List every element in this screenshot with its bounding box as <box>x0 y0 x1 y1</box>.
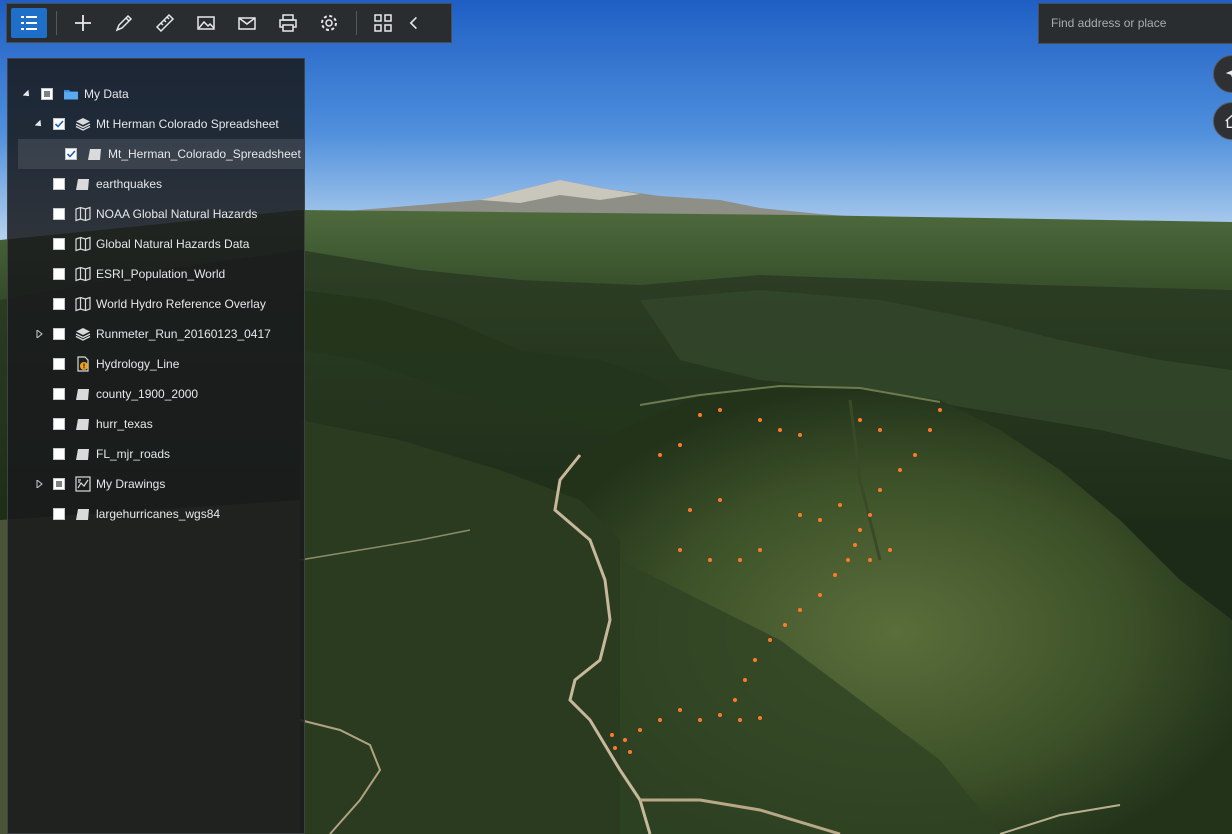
layers-icon <box>75 326 91 342</box>
layer-visibility-checkbox[interactable] <box>53 388 65 400</box>
layer-row[interactable]: ESRI_Population_World <box>8 259 304 289</box>
folder-icon <box>63 86 79 102</box>
map-icon <box>75 206 91 222</box>
layer-row[interactable]: Runmeter_Run_20160123_0417 <box>8 319 304 349</box>
layer-label: Global Natural Hazards Data <box>96 237 250 251</box>
home-icon <box>1225 114 1232 129</box>
grid-icon <box>374 14 392 32</box>
map-icon <box>75 266 91 282</box>
pencil-icon <box>115 14 133 32</box>
layer-visibility-checkbox[interactable] <box>53 298 65 310</box>
print-button[interactable] <box>270 8 306 38</box>
layer-visibility-checkbox[interactable] <box>53 508 65 520</box>
layer-row[interactable]: My Drawings <box>8 469 304 499</box>
draw-button[interactable] <box>106 8 142 38</box>
add-data-button[interactable] <box>65 8 101 38</box>
layer-visibility-checkbox[interactable] <box>65 148 77 160</box>
layer-label: hurr_texas <box>96 417 153 431</box>
collapse-toolbar-button[interactable] <box>406 8 422 38</box>
warning-doc-icon <box>75 356 91 372</box>
gear-icon <box>321 15 337 31</box>
share-button[interactable] <box>229 8 265 38</box>
toolbar-separator <box>56 11 57 35</box>
layer-label: earthquakes <box>96 177 163 191</box>
image-icon <box>197 16 215 30</box>
layer-row[interactable]: Hydrology_Line <box>8 349 304 379</box>
layer-visibility-checkbox[interactable] <box>53 118 65 130</box>
layer-row[interactable]: largehurricanes_wgs84 <box>8 499 304 529</box>
layer-label: Mt Herman Colorado Spreadsheet <box>96 117 279 131</box>
toolbar-separator <box>356 11 357 35</box>
layer-visibility-checkbox[interactable] <box>53 268 65 280</box>
layer-visibility-checkbox[interactable] <box>41 88 53 100</box>
layer-row[interactable]: earthquakes <box>8 169 304 199</box>
layer-label: My Data <box>84 87 129 101</box>
layer-label: largehurricanes_wgs84 <box>96 507 221 521</box>
layer-label: ESRI_Population_World <box>96 267 226 281</box>
layer-label: Mt_Herman_Colorado_Spreadsheet <box>108 147 301 161</box>
layer-visibility-checkbox[interactable] <box>53 208 65 220</box>
layer-tree: My Data Mt Herman Colorado Spreadsheet Mt_… <box>8 79 304 529</box>
main-toolbar <box>6 3 452 43</box>
layer-row[interactable]: Global Natural Hazards Data <box>8 229 304 259</box>
layer-visibility-checkbox[interactable] <box>53 238 65 250</box>
layer-row[interactable]: county_1900_2000 <box>8 379 304 409</box>
measure-button[interactable] <box>147 8 183 38</box>
layer-label: Hydrology_Line <box>96 357 180 371</box>
layer-row[interactable]: My Data <box>8 79 304 109</box>
layer-label: NOAA Global Natural Hazards <box>96 207 258 221</box>
ruler-icon <box>155 13 175 33</box>
mail-icon <box>238 17 256 30</box>
layer-row[interactable]: Mt_Herman_Colorado_Spreadsheet <box>18 139 304 169</box>
layer-label: FL_mjr_roads <box>96 447 171 461</box>
navigation-arrow-icon <box>1225 70 1232 78</box>
layer-visibility-checkbox[interactable] <box>53 418 65 430</box>
map-icon <box>75 236 91 252</box>
expand-icon[interactable] <box>34 479 44 489</box>
layer-row[interactable]: FL_mjr_roads <box>8 439 304 469</box>
layer-row[interactable]: Mt Herman Colorado Spreadsheet <box>8 109 304 139</box>
layer-visibility-checkbox[interactable] <box>53 178 65 190</box>
collapse-icon[interactable] <box>22 89 32 99</box>
layer-label: My Drawings <box>96 477 166 491</box>
layers-icon <box>75 116 91 132</box>
layer-visibility-checkbox[interactable] <box>53 478 65 490</box>
chevron-left-icon <box>409 16 417 30</box>
polygon-icon <box>75 176 91 192</box>
search-box <box>1038 3 1232 44</box>
settings-button[interactable] <box>311 8 347 38</box>
layer-row[interactable]: World Hydro Reference Overlay <box>8 289 304 319</box>
polygon-icon <box>87 146 103 162</box>
map-icon <box>75 296 91 312</box>
layer-list-panel: My Data Mt Herman Colorado Spreadsheet Mt_… <box>7 58 305 834</box>
polygon-icon <box>75 506 91 522</box>
collapse-icon[interactable] <box>34 119 44 129</box>
apps-button[interactable] <box>365 8 401 38</box>
layer-label: World Hydro Reference Overlay <box>96 297 266 311</box>
layer-visibility-checkbox[interactable] <box>53 448 65 460</box>
search-input[interactable] <box>1039 4 1219 42</box>
layer-visibility-checkbox[interactable] <box>53 328 65 340</box>
basemap-button[interactable] <box>188 8 224 38</box>
polygon-icon <box>75 446 91 462</box>
drawing-icon <box>75 476 91 492</box>
layer-row[interactable]: hurr_texas <box>8 409 304 439</box>
polygon-icon <box>75 416 91 432</box>
layer-row[interactable]: NOAA Global Natural Hazards <box>8 199 304 229</box>
layer-visibility-checkbox[interactable] <box>53 358 65 370</box>
plus-icon <box>75 15 91 31</box>
expand-icon[interactable] <box>34 329 44 339</box>
layer-label: Runmeter_Run_20160123_0417 <box>96 327 271 341</box>
printer-icon <box>279 14 297 32</box>
list-icon <box>21 16 37 30</box>
layer-label: county_1900_2000 <box>96 387 199 401</box>
polygon-icon <box>75 386 91 402</box>
layers-list-button[interactable] <box>11 8 47 38</box>
